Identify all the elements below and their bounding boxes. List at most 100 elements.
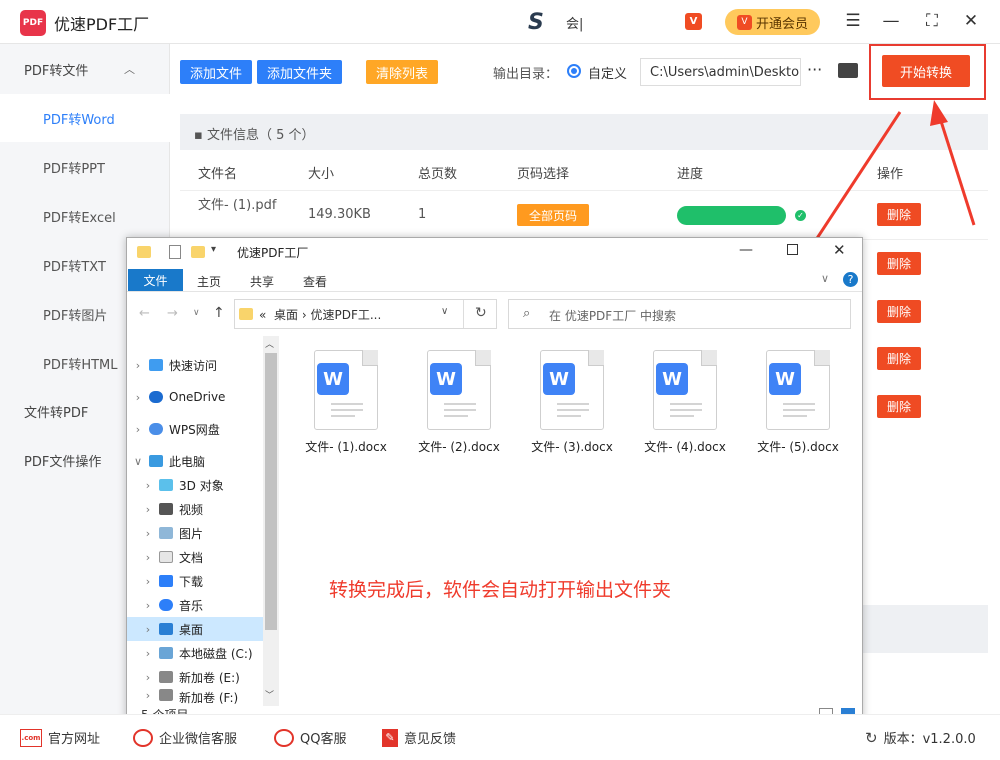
qq-support-link[interactable]: QQ客服: [274, 728, 346, 747]
nav-scroll-thumb[interactable]: [265, 353, 277, 630]
file-pages-cell: 1: [418, 207, 427, 222]
close-icon[interactable]: ✕: [833, 241, 846, 259]
ribbon-tab-file[interactable]: 文件: [128, 269, 183, 291]
file-name: 文件- (4).docx: [644, 440, 726, 454]
folder-icon[interactable]: [838, 63, 858, 78]
nav-item-this-pc[interactable]: ∨ 此电脑: [127, 449, 263, 473]
nav-item-label: 新加卷 (E:): [179, 670, 240, 685]
nav-item-label: 文档: [179, 550, 204, 565]
ribbon-tab-home[interactable]: 主页: [197, 273, 221, 290]
properties-icon[interactable]: [169, 245, 181, 259]
sidebar-item-pdf-to-file[interactable]: PDF转文件 ︿: [0, 45, 170, 93]
up-icon[interactable]: ↑: [213, 305, 225, 321]
search-icon: ⌕: [523, 306, 531, 321]
title-bar: PDF 优速PDF工厂 S 会| V V 开通会员 ☰ — ⛶ ✕: [0, 0, 1000, 44]
nav-item-documents[interactable]: › 文档: [127, 545, 263, 569]
nav-item-wps[interactable]: › WPS网盘: [127, 417, 263, 441]
chevron-right-icon: ›: [145, 550, 151, 564]
chevron-right-icon: ›: [145, 689, 151, 702]
file-info-label: 文件信息（ 5 个）: [206, 128, 315, 143]
maximize-icon[interactable]: ⛶: [921, 10, 943, 32]
delete-button[interactable]: 删除: [877, 395, 921, 418]
more-icon[interactable]: ···: [807, 60, 822, 79]
chevron-right-icon: ›: [145, 622, 151, 636]
output-path-input[interactable]: C:\Users\admin\Desktop: [640, 58, 801, 86]
nav-item-label: 快速访问: [169, 358, 218, 373]
file-item[interactable]: W 文件- (1).docx: [296, 350, 396, 455]
chevron-right-icon: ›: [145, 526, 151, 540]
add-folder-button[interactable]: 添加文件夹: [257, 60, 342, 84]
explorer-nav-pane: › 快速访问 › OneDrive › WPS网盘 ∨ 此电脑 › 3D 对象 › 视频 ›…: [127, 336, 279, 706]
breadcrumb-overflow[interactable]: «: [259, 308, 266, 322]
website-link[interactable]: .com 官方网址: [20, 728, 100, 747]
scroll-up-icon[interactable]: ︿: [265, 337, 274, 350]
nav-item-downloads[interactable]: › 下载: [127, 569, 263, 593]
chevron-right-icon: ›: [145, 574, 151, 588]
help-icon[interactable]: ?: [843, 272, 858, 287]
nav-item-label: 音乐: [179, 598, 204, 613]
forward-icon[interactable]: →: [167, 306, 178, 321]
nav-item-drive-f[interactable]: › 新加卷 (F:): [127, 689, 263, 705]
page-select-button[interactable]: 全部页码: [517, 204, 589, 226]
version-info: ↻ 版本：v1.2.0.0: [865, 728, 976, 748]
custom-radio[interactable]: [567, 64, 581, 78]
file-name: 文件- (5).docx: [757, 440, 839, 454]
nav-item-drive-c[interactable]: › 本地磁盘 (C:): [127, 641, 263, 665]
file-item[interactable]: W 文件- (5).docx: [748, 350, 848, 455]
ribbon-tab-share[interactable]: 共享: [250, 273, 274, 290]
close-icon[interactable]: ✕: [960, 10, 982, 32]
folder-icon: [137, 246, 151, 258]
minimize-icon[interactable]: —: [880, 10, 902, 32]
file-item[interactable]: W 文件- (2).docx: [409, 350, 509, 455]
add-file-button[interactable]: 添加文件: [180, 60, 252, 84]
nav-item-quick-access[interactable]: › 快速访问: [127, 353, 263, 377]
app-logo: PDF: [20, 10, 46, 36]
address-dropdown-icon[interactable]: ∨: [441, 306, 448, 317]
sidebar-item-pdf-to-excel[interactable]: PDF转Excel: [0, 192, 170, 240]
file-name: 文件- (3).docx: [531, 440, 613, 454]
breadcrumb-desktop[interactable]: 桌面: [274, 308, 298, 322]
nav-item-label: OneDrive: [169, 390, 226, 404]
vip-button[interactable]: V 开通会员: [725, 9, 820, 35]
col-header-progress: 进度: [677, 167, 704, 182]
address-bar[interactable]: « 桌面 › 优速PDF工... ∨ ↻: [234, 299, 497, 329]
nav-item-music[interactable]: › 音乐: [127, 593, 263, 617]
back-icon[interactable]: ←: [139, 306, 150, 321]
version-label: 版本：v1.2.0.0: [883, 732, 976, 747]
chevron-right-icon: ›: [135, 422, 141, 436]
clear-list-button[interactable]: 清除列表: [366, 60, 438, 84]
drive-icon: [159, 647, 173, 659]
recent-dropdown-icon[interactable]: ∨: [193, 308, 200, 318]
maximize-icon[interactable]: [787, 244, 798, 255]
chevron-down-icon: ∨: [133, 454, 143, 468]
feedback-link[interactable]: ✎ 意见反馈: [382, 728, 456, 747]
minimize-icon[interactable]: —: [739, 242, 753, 258]
ribbon-tab-view[interactable]: 查看: [303, 273, 327, 290]
refresh-icon[interactable]: ↻: [475, 305, 487, 321]
file-item[interactable]: W 文件- (3).docx: [522, 350, 622, 455]
nav-item-onedrive[interactable]: › OneDrive: [127, 385, 263, 409]
menu-icon[interactable]: ☰: [842, 10, 864, 32]
wechat-icon: [133, 728, 153, 747]
nav-item-drive-e[interactable]: › 新加卷 (E:): [127, 665, 263, 689]
breadcrumb-separator: ›: [301, 308, 307, 322]
ribbon-expand-icon[interactable]: ∨: [821, 272, 829, 285]
dropdown-icon[interactable]: ▾: [211, 244, 216, 255]
nav-item-3d[interactable]: › 3D 对象: [127, 473, 263, 497]
new-folder-icon[interactable]: [191, 246, 205, 258]
nav-item-desktop[interactable]: › 桌面: [127, 617, 263, 641]
search-input[interactable]: ⌕ 在 优速PDF工厂 中搜索: [508, 299, 851, 329]
s-logo-icon: S: [528, 10, 544, 35]
nav-item-videos[interactable]: › 视频: [127, 497, 263, 521]
breadcrumb-current[interactable]: 优速PDF工...: [310, 308, 381, 322]
docx-icon: W: [540, 350, 604, 430]
vip-icon[interactable]: V: [685, 13, 702, 30]
start-convert-button[interactable]: 开始转换: [882, 55, 970, 87]
nav-item-pictures[interactable]: › 图片: [127, 521, 263, 545]
file-item[interactable]: W 文件- (4).docx: [635, 350, 735, 455]
wechat-support-link[interactable]: 企业微信客服: [133, 728, 237, 747]
sidebar-item-pdf-to-ppt[interactable]: PDF转PPT: [0, 143, 170, 191]
scroll-down-icon[interactable]: ﹀: [265, 688, 274, 701]
file-name: 文件- (1).docx: [305, 440, 387, 454]
sidebar-item-pdf-to-word[interactable]: PDF转Word: [0, 94, 170, 142]
